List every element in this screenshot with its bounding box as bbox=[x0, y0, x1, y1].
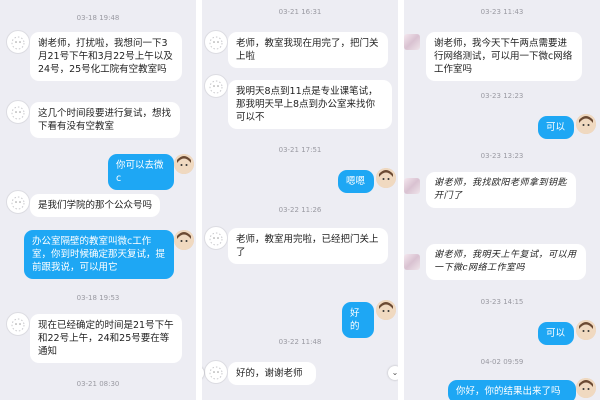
message-bubble[interactable]: 谢老师，我今天下午两点需要进行网络测试，可以用一下微c网络工作室吗 bbox=[426, 32, 582, 81]
girl-avatar-icon bbox=[174, 154, 194, 174]
student-avatar[interactable] bbox=[204, 226, 228, 250]
doodle-avatar-icon bbox=[11, 318, 25, 332]
student-avatar[interactable] bbox=[6, 30, 30, 54]
message-bubble[interactable]: 我明天8点到11点是专业课笔试，那我明天早上8点到办公室来找你可以不 bbox=[228, 80, 392, 129]
message-bubble[interactable]: 可以 bbox=[538, 116, 574, 139]
scroll-down-button[interactable]: ⌄ bbox=[388, 366, 398, 380]
message-bubble[interactable]: 现在已经确定的时间是21号下午和22号上午，24和25号要在等通知 bbox=[30, 314, 182, 363]
message-bubble[interactable]: 谢老师，我找欧阳老师拿到钥匙开门了 bbox=[426, 172, 576, 208]
doodle-avatar-icon bbox=[209, 80, 223, 94]
teacher-avatar[interactable] bbox=[576, 114, 596, 134]
student-avatar[interactable] bbox=[6, 312, 30, 336]
timestamp: 03-22 11:26 bbox=[278, 206, 322, 214]
timestamp: 03-23 14:15 bbox=[480, 298, 524, 306]
timestamp: 03-21 17:51 bbox=[278, 146, 322, 154]
doodle-avatar-icon bbox=[11, 36, 25, 50]
message-bubble[interactable]: 办公室隔壁的教室叫微c工作室，你到时候确定那天复试，提前跟我说，可以用它 bbox=[24, 230, 174, 279]
teacher-avatar[interactable] bbox=[376, 300, 396, 320]
student-avatar[interactable] bbox=[6, 100, 30, 124]
timestamp: 03-18 19:48 bbox=[76, 14, 120, 22]
doodle-avatar-icon bbox=[11, 196, 25, 210]
message-bubble[interactable]: 可以 bbox=[538, 322, 574, 345]
timestamp: 03-18 19:53 bbox=[76, 294, 120, 302]
message-bubble[interactable]: 嗯嗯 bbox=[338, 170, 374, 193]
message-bubble[interactable]: 老师，教室用完啦，已经把门关上了 bbox=[228, 228, 388, 264]
teacher-avatar[interactable] bbox=[174, 154, 194, 174]
chevron-down-icon: ⌄ bbox=[391, 368, 398, 377]
screenshot-collage: 03-18 19:48 谢老师，打扰啦，我想问一下3月21号下午和3月22号上午… bbox=[0, 0, 600, 400]
teacher-avatar[interactable] bbox=[576, 320, 596, 340]
girl-avatar-icon bbox=[376, 168, 396, 188]
doodle-avatar-icon bbox=[209, 232, 223, 246]
message-bubble[interactable]: 老师，教室我现在用完了，把门关上啦 bbox=[228, 32, 388, 68]
doodle-avatar-icon bbox=[209, 36, 223, 50]
teacher-avatar[interactable] bbox=[174, 230, 194, 250]
message-bubble[interactable]: 好的，谢谢老师 bbox=[228, 362, 316, 385]
teacher-avatar[interactable] bbox=[376, 168, 396, 188]
message-bubble[interactable]: 是我们学院的那个公众号吗 bbox=[30, 194, 160, 217]
timestamp: 03-22 11:48 bbox=[278, 338, 322, 346]
chat-panel-2[interactable]: 03-21 16:31 老师，教室我现在用完了，把门关上啦 我明天8点到11点是… bbox=[202, 0, 398, 400]
girl-avatar-icon bbox=[376, 300, 396, 320]
student-avatar-blurred[interactable] bbox=[404, 34, 420, 50]
student-avatar[interactable] bbox=[204, 360, 228, 384]
student-avatar[interactable] bbox=[6, 190, 30, 214]
message-bubble[interactable]: 谢老师，我明天上午复试，可以用一下微c网络工作室吗 bbox=[426, 244, 586, 280]
student-avatar-blurred[interactable] bbox=[404, 178, 420, 194]
doodle-avatar-icon bbox=[11, 106, 25, 120]
doodle-avatar-icon bbox=[209, 366, 223, 380]
girl-avatar-icon bbox=[576, 320, 596, 340]
timestamp: 03-21 16:31 bbox=[278, 8, 322, 16]
message-bubble[interactable]: 这几个时间段要进行复试，想找下看有没有空教室 bbox=[30, 102, 180, 138]
message-bubble[interactable]: 你可以去微c bbox=[108, 154, 174, 190]
chat-panel-1[interactable]: 03-18 19:48 谢老师，打扰啦，我想问一下3月21号下午和3月22号上午… bbox=[0, 0, 196, 400]
timestamp: 03-21 08:30 bbox=[76, 380, 120, 388]
message-bubble[interactable]: 谢老师，打扰啦，我想问一下3月21号下午和3月22号上午以及24号，25号化工院… bbox=[30, 32, 182, 81]
timestamp: 03-23 11:43 bbox=[480, 8, 524, 16]
student-avatar[interactable] bbox=[204, 30, 228, 54]
student-avatar[interactable] bbox=[204, 74, 228, 98]
message-bubble[interactable]: 你好，你的结果出来了吗 bbox=[448, 380, 576, 400]
chat-panel-3[interactable]: 03-23 11:43 谢老师，我今天下午两点需要进行网络测试，可以用一下微c网… bbox=[404, 0, 600, 400]
message-bubble[interactable]: 好的 bbox=[342, 302, 374, 338]
girl-avatar-icon bbox=[576, 378, 596, 398]
timestamp: 03-23 12:23 bbox=[480, 92, 524, 100]
timestamp: 03-23 13:23 bbox=[480, 152, 524, 160]
teacher-avatar[interactable] bbox=[576, 378, 596, 398]
student-avatar-blurred[interactable] bbox=[404, 254, 420, 270]
girl-avatar-icon bbox=[576, 114, 596, 134]
girl-avatar-icon bbox=[174, 230, 194, 250]
timestamp: 04-02 09:59 bbox=[480, 358, 524, 366]
